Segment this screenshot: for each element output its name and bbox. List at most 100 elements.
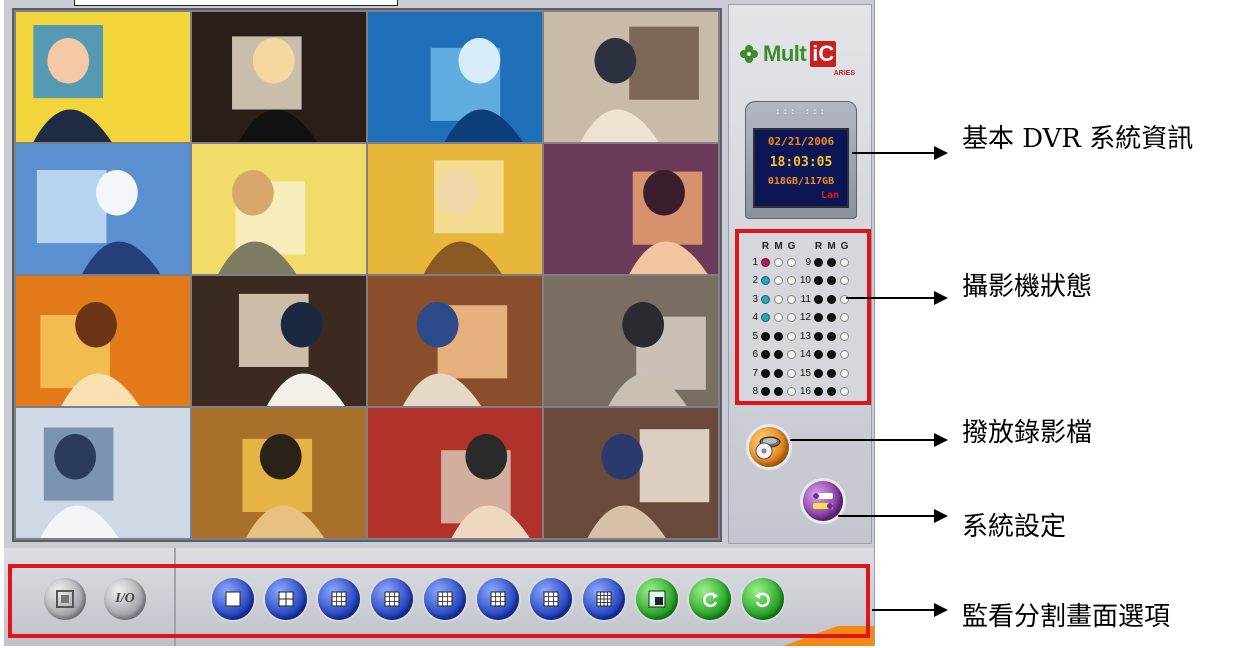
bottom-toolbar: I/O	[4, 548, 874, 646]
system-time: 18:03:05	[769, 154, 833, 170]
status-led	[774, 387, 783, 397]
camera-number: 12	[799, 312, 811, 324]
camera-status-header: 0RMG00RMG	[747, 239, 851, 253]
camera-view-6[interactable]	[192, 144, 366, 274]
camera-number: 9	[805, 256, 811, 268]
camera-view-13[interactable]	[16, 408, 190, 538]
status-led	[840, 331, 849, 341]
camera-view-5[interactable]	[16, 144, 190, 274]
status-led	[787, 331, 796, 341]
status-led	[787, 350, 796, 360]
camera-number: 3	[752, 293, 758, 305]
camera-feed-image	[192, 276, 366, 406]
camera-view-8[interactable]	[544, 144, 718, 274]
status-led	[827, 294, 836, 304]
camera-view-14[interactable]	[192, 408, 366, 538]
status-led	[827, 331, 836, 341]
camera-status-row: 5 13	[747, 327, 851, 346]
brand-name: Mult	[763, 41, 807, 66]
status-header-label: G	[787, 240, 796, 252]
camera-number: 14	[799, 349, 811, 361]
status-led	[761, 368, 770, 378]
sequence-button[interactable]	[689, 578, 731, 620]
camera-view-10[interactable]	[192, 276, 366, 406]
status-header-label: M	[827, 240, 836, 252]
camera-number: 6	[752, 349, 758, 361]
fullscreen-button[interactable]	[44, 578, 86, 620]
camera-view-9[interactable]	[16, 276, 190, 406]
status-led	[787, 387, 796, 397]
callout-dvr-info: 基本 DVR 系統資訊	[962, 124, 1194, 154]
callout-arrow-camera-status	[846, 291, 948, 305]
camera-view-16[interactable]	[544, 408, 718, 538]
status-led	[761, 313, 770, 323]
camera-number: 13	[799, 330, 811, 342]
quad-view-icon	[278, 591, 294, 607]
callout-camera-status: 攝影機狀態	[962, 272, 1093, 302]
pip-button[interactable]	[636, 578, 678, 620]
camera-view-11[interactable]	[368, 276, 542, 406]
status-led	[840, 387, 849, 397]
status-led	[814, 313, 823, 323]
io-button[interactable]: I/O	[104, 578, 146, 620]
status-led	[814, 294, 823, 304]
camera-status-row: 3 11	[747, 290, 851, 309]
camera-number: 7	[752, 367, 758, 379]
camera-status-row: 19	[747, 253, 851, 272]
status-led	[814, 387, 823, 397]
status-led	[787, 313, 796, 323]
layout-8-button[interactable]	[371, 578, 413, 620]
layout-1-button[interactable]	[212, 578, 254, 620]
wrench-tools-icon	[813, 493, 833, 509]
camera-feed-image	[544, 12, 718, 142]
title-strip	[74, 0, 398, 6]
layout-10-button[interactable]	[477, 578, 519, 620]
camera-feed-image	[544, 276, 718, 406]
camera-view-12[interactable]	[544, 276, 718, 406]
camera-number: 16	[799, 386, 811, 398]
callout-arrow-split-options	[872, 603, 948, 617]
callout-playback: 撥放錄影檔	[962, 418, 1093, 448]
status-led	[787, 257, 796, 267]
system-date: 02/21/2006	[767, 135, 835, 149]
camera-view-3[interactable]	[368, 12, 542, 142]
status-led	[761, 331, 770, 341]
status-led	[827, 350, 836, 360]
playback-button[interactable]	[749, 427, 789, 467]
camera-grid[interactable]	[12, 8, 722, 542]
brand-logo: Mult iC ARIES	[739, 35, 865, 77]
layout-6-button[interactable]	[318, 578, 360, 620]
status-led	[774, 257, 783, 267]
camera-view-7[interactable]	[368, 144, 542, 274]
dvr-info-display: ::: ::: 02/21/2006 18:03:05 018GB/117GB …	[745, 101, 857, 219]
camera-status-row: 6 14	[747, 346, 851, 365]
status-led	[787, 294, 796, 304]
split-8-icon	[384, 591, 400, 607]
camera-view-4[interactable]	[544, 12, 718, 142]
reverse-sequence-button[interactable]	[742, 578, 784, 620]
picture-in-picture-icon	[648, 590, 666, 608]
settings-button[interactable]	[803, 481, 843, 521]
camera-status-row: 2 10	[747, 272, 851, 291]
camera-view-15[interactable]	[368, 408, 542, 538]
camera-feed-image	[368, 12, 542, 142]
camera-view-1[interactable]	[16, 12, 190, 142]
camera-feed-image	[192, 12, 366, 142]
camera-view-2[interactable]	[192, 12, 366, 142]
layout-4-button[interactable]	[265, 578, 307, 620]
camera-feed-image	[16, 276, 190, 406]
layout-9-button[interactable]	[424, 578, 466, 620]
layout-16-button[interactable]	[583, 578, 625, 620]
brand-ic-mark: iC	[810, 41, 837, 67]
status-led	[840, 368, 849, 378]
status-led	[827, 276, 836, 286]
camera-number: 11	[800, 293, 811, 305]
single-view-icon	[225, 591, 241, 607]
layout-13-button[interactable]	[530, 578, 572, 620]
status-led	[761, 276, 770, 286]
status-led	[814, 276, 823, 286]
camera-number: 4	[752, 312, 758, 324]
status-led	[787, 276, 796, 286]
status-led	[814, 331, 823, 341]
camera-feed-image	[544, 144, 718, 274]
